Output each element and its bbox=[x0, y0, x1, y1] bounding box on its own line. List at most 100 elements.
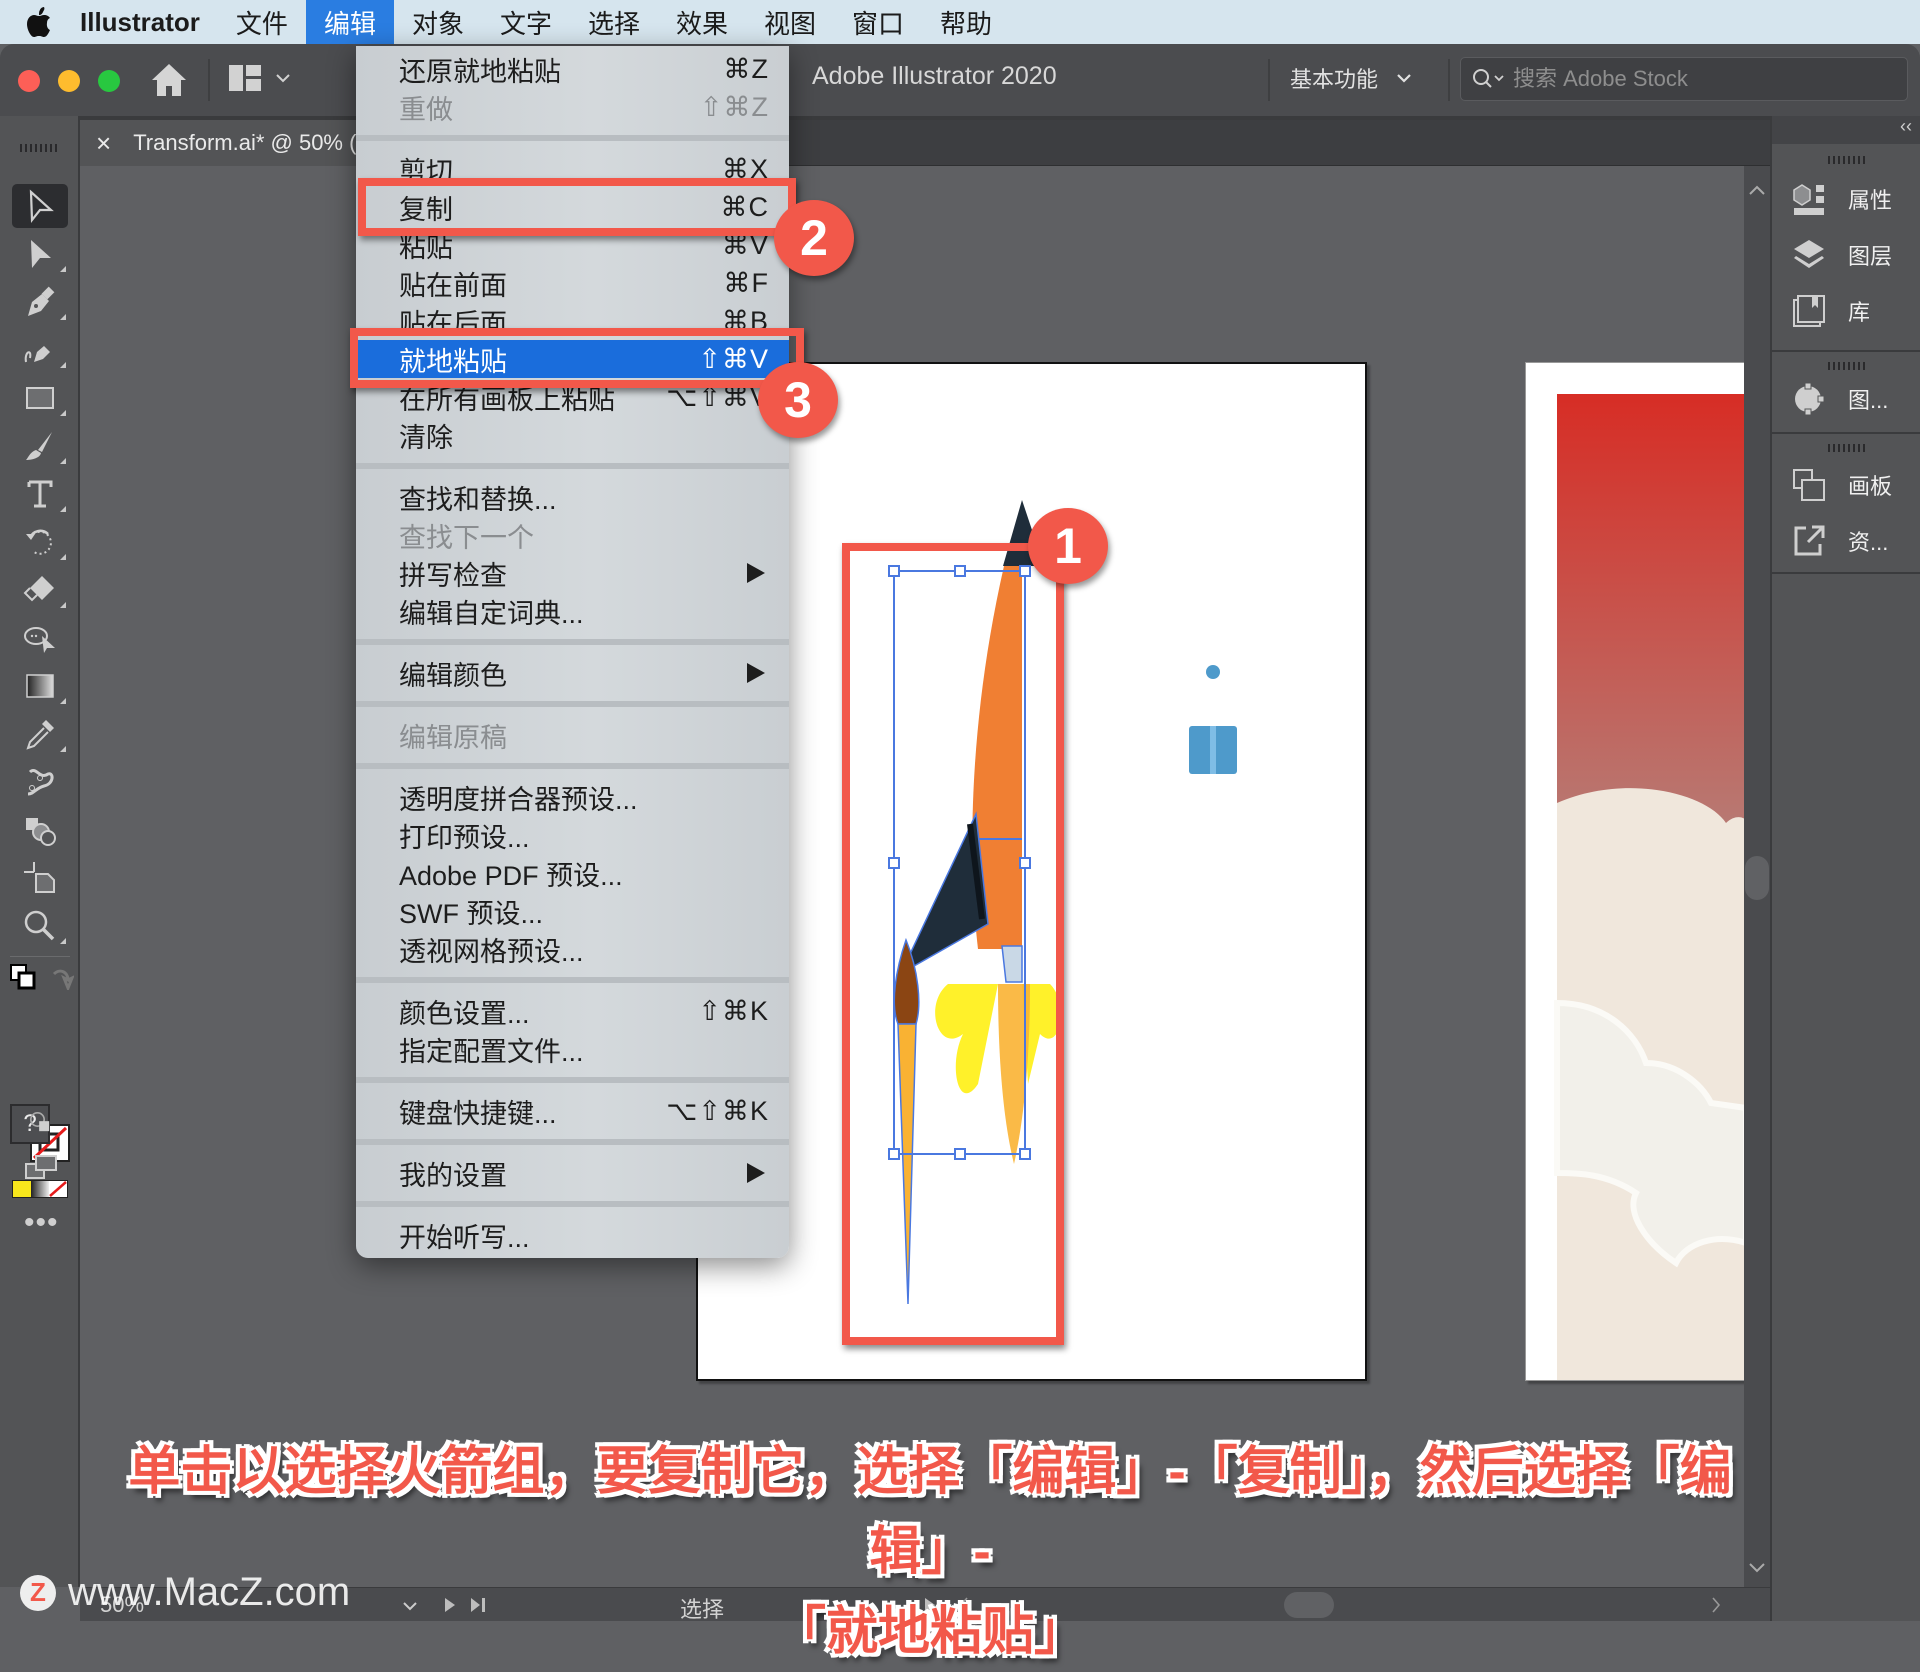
menu-item[interactable]: 透视网格预设... bbox=[356, 930, 789, 968]
menu-item[interactable]: 编辑颜色 bbox=[356, 654, 789, 692]
vertical-scrollbar[interactable] bbox=[1744, 166, 1770, 1587]
document-tab[interactable]: × Transform.ai* @ 50% ( bbox=[80, 120, 370, 166]
artboard-tool[interactable] bbox=[12, 856, 68, 900]
menu-item[interactable]: 我的设置 bbox=[356, 1154, 789, 1192]
minimize-window-button[interactable] bbox=[58, 70, 80, 92]
panel-grip[interactable] bbox=[1828, 156, 1866, 164]
menu-object[interactable]: 对象 bbox=[394, 0, 482, 44]
close-window-button[interactable] bbox=[18, 70, 40, 92]
apple-menu[interactable] bbox=[0, 0, 62, 44]
menu-help[interactable]: 帮助 bbox=[922, 0, 1010, 44]
shape-builder-tool[interactable] bbox=[12, 808, 68, 852]
menu-item-label: 还原就地粘贴 bbox=[399, 56, 561, 87]
curvature-tool[interactable] bbox=[12, 328, 68, 372]
puppet-warp-tool[interactable] bbox=[12, 616, 68, 660]
artboard-2[interactable] bbox=[1525, 362, 1745, 1381]
gradient-tool[interactable] bbox=[12, 664, 68, 708]
type-t-icon bbox=[27, 480, 53, 508]
default-fill-stroke-button[interactable] bbox=[10, 964, 36, 995]
type-tool[interactable] bbox=[12, 472, 68, 516]
menu-item-label: 我的设置 bbox=[399, 1160, 507, 1191]
vertical-scroll-thumb[interactable] bbox=[1745, 856, 1769, 900]
layers-panel-button[interactable]: 图层 bbox=[1790, 232, 1892, 278]
step-badge-2: 2 bbox=[774, 200, 854, 276]
menu-effect[interactable]: 效果 bbox=[658, 0, 746, 44]
menu-item-shortcut: ⌘Z bbox=[723, 53, 769, 84]
menu-select[interactable]: 选择 bbox=[570, 0, 658, 44]
blend-tool[interactable] bbox=[12, 760, 68, 804]
pen-nib-icon bbox=[28, 286, 55, 316]
menu-item[interactable]: 还原就地粘贴 ⌘Z bbox=[356, 50, 789, 88]
screen-mode-button[interactable] bbox=[16, 1146, 64, 1190]
libraries-panel-button[interactable]: 库 bbox=[1790, 288, 1870, 334]
divider bbox=[1448, 59, 1450, 101]
sky-cloud-artwork bbox=[1554, 394, 1744, 1380]
menu-app-illustrator[interactable]: Illustrator bbox=[62, 0, 218, 44]
menu-item-label: 透明度拼合器预设... bbox=[399, 784, 638, 815]
separator-line bbox=[356, 701, 789, 707]
adobe-stock-search[interactable] bbox=[1460, 57, 1908, 101]
home-button[interactable] bbox=[150, 62, 188, 103]
menu-item[interactable]: 贴在前面 ⌘F bbox=[356, 264, 789, 302]
menu-item[interactable]: 透明度拼合器预设... bbox=[356, 778, 789, 816]
arrange-documents-button[interactable] bbox=[228, 64, 290, 92]
menu-item[interactable]: 查找和替换... bbox=[356, 478, 789, 516]
menu-item-shortcut: ⇧⌘Z bbox=[699, 91, 769, 122]
home-icon bbox=[152, 64, 186, 96]
separator-line bbox=[356, 639, 789, 645]
eraser-tool[interactable] bbox=[12, 568, 68, 612]
menu-item[interactable]: 拼写检查 bbox=[356, 554, 789, 592]
panel-grip[interactable] bbox=[1828, 444, 1866, 452]
menu-item-label: 开始听写... bbox=[399, 1222, 530, 1253]
scroll-up-icon[interactable] bbox=[1744, 180, 1770, 200]
rotate-icon bbox=[26, 529, 52, 555]
recolor-circle-icon bbox=[1795, 382, 1825, 416]
divider bbox=[1268, 59, 1270, 101]
blue-dot[interactable] bbox=[1206, 665, 1220, 679]
eyedropper-tool[interactable] bbox=[12, 712, 68, 756]
menu-item[interactable]: 键盘快捷键... ⌥⇧⌘K bbox=[356, 1092, 789, 1130]
menu-edit[interactable]: 编辑 bbox=[305, 0, 394, 44]
blue-window-shape[interactable] bbox=[1189, 726, 1237, 774]
zoom-window-button[interactable] bbox=[98, 70, 120, 92]
workspace-label: 基本功能 bbox=[1290, 67, 1379, 92]
menu-item[interactable]: 编辑自定词典... bbox=[356, 592, 789, 630]
menu-item[interactable]: 开始听写... bbox=[356, 1216, 789, 1254]
direct-selection-tool[interactable] bbox=[12, 232, 68, 276]
panel-grip[interactable] bbox=[1828, 362, 1866, 370]
properties-panel-button[interactable]: 属性 bbox=[1790, 176, 1892, 222]
menu-item-label: 透视网格预设... bbox=[399, 936, 584, 967]
selection-tool[interactable] bbox=[12, 184, 68, 228]
menu-file[interactable]: 文件 bbox=[218, 0, 306, 44]
stock-search-input[interactable] bbox=[1513, 66, 1893, 92]
separator-line bbox=[356, 1201, 789, 1207]
menu-separator bbox=[356, 454, 789, 478]
edit-toolbar-button[interactable]: ••• bbox=[24, 1206, 59, 1240]
menu-item[interactable]: 打印预设... bbox=[356, 816, 789, 854]
close-tab-icon[interactable]: × bbox=[96, 128, 111, 159]
pen-tool[interactable] bbox=[12, 280, 68, 324]
rectangle-tool[interactable] bbox=[12, 376, 68, 420]
menu-item[interactable]: 指定配置文件... bbox=[356, 1030, 789, 1068]
menu-item[interactable]: Adobe PDF 预设... bbox=[356, 854, 789, 892]
menu-type[interactable]: 文字 bbox=[482, 0, 570, 44]
paintbrush-tool[interactable] bbox=[12, 424, 68, 468]
menu-window[interactable]: 窗口 bbox=[834, 0, 922, 44]
artboards-panel-button[interactable]: 画板 bbox=[1790, 462, 1892, 508]
menu-item[interactable]: SWF 预设... bbox=[356, 892, 789, 930]
panel-grip[interactable] bbox=[20, 144, 58, 152]
swap-fill-stroke-button[interactable] bbox=[50, 966, 75, 995]
menu-item[interactable]: 颜色设置... ⇧⌘K bbox=[356, 992, 789, 1030]
export-arrow-icon bbox=[1794, 525, 1825, 556]
menu-item[interactable]: 清除 bbox=[356, 416, 789, 454]
drawing-mode-button[interactable] bbox=[16, 1100, 64, 1144]
menu-view[interactable]: 视图 bbox=[746, 0, 834, 44]
rotate-tool[interactable] bbox=[12, 520, 68, 564]
zoom-tool[interactable] bbox=[12, 904, 68, 948]
workspace-switcher[interactable]: 基本功能 bbox=[1290, 62, 1412, 94]
menu-item-label: 键盘快捷键... bbox=[399, 1098, 557, 1129]
collapse-panels-button[interactable]: ‹‹ bbox=[1772, 116, 1920, 144]
appearance-panel-button[interactable]: 图... bbox=[1790, 376, 1888, 422]
menu-item-label: 编辑自定词典... bbox=[399, 598, 584, 629]
asset-export-panel-button[interactable]: 资... bbox=[1790, 518, 1888, 564]
